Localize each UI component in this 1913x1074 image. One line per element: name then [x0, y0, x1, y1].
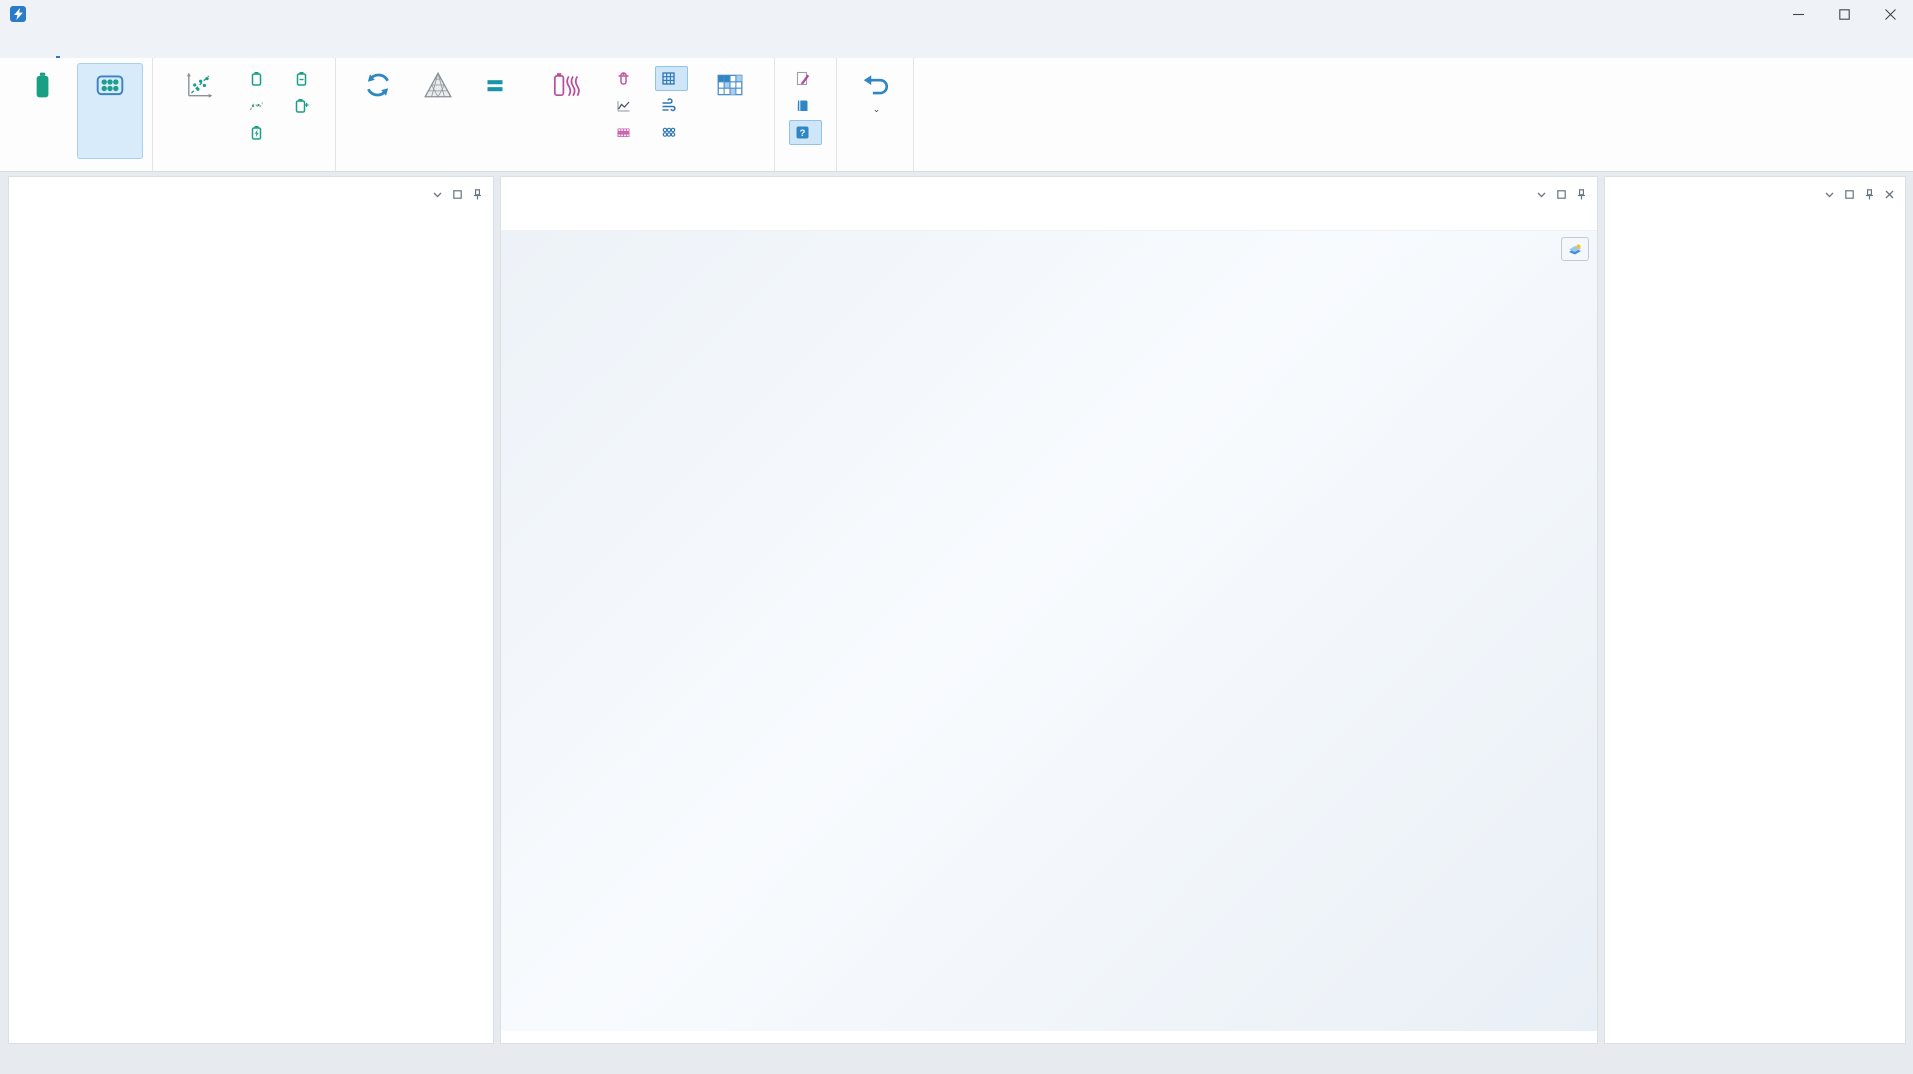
graphics-canvas-3d-view[interactable]	[501, 231, 1597, 1031]
compute-button[interactable]	[465, 63, 525, 159]
cell-state-of-charge-item[interactable]	[243, 120, 276, 145]
graphics-toolbar	[501, 200, 1597, 231]
battery-pack-icon	[95, 70, 125, 100]
battery-pack-nav-button[interactable]	[77, 63, 143, 159]
show-edges-icon	[661, 125, 676, 140]
panel-float-icon[interactable]	[1844, 189, 1855, 200]
compute-parameters-button[interactable]	[162, 63, 236, 159]
panel-menu-chevron-icon[interactable]	[1536, 189, 1547, 200]
graphics-panel	[500, 176, 1598, 1044]
experimental-data-item[interactable]	[243, 93, 276, 118]
show-edges-item[interactable]	[655, 120, 688, 145]
help-illustration	[1618, 212, 1893, 298]
app-icon	[10, 6, 26, 22]
settings-form	[9, 202, 493, 204]
cell-voltage-icon	[294, 71, 309, 86]
reset-icon	[860, 70, 890, 100]
svg-text:?: ?	[800, 128, 806, 139]
maximize-button[interactable]	[1821, 0, 1867, 28]
show-bus-bar-icon	[661, 71, 676, 86]
reset-dropdown-arrow[interactable]: ⌄	[873, 104, 881, 115]
panel-close-icon[interactable]	[1884, 189, 1895, 200]
documentation-icon	[795, 98, 810, 113]
report-icon	[795, 71, 810, 86]
panel-pin-icon[interactable]	[1864, 189, 1875, 200]
main-area	[0, 172, 1913, 1074]
show-air-item[interactable]	[655, 93, 688, 118]
mesh-icon	[423, 70, 453, 100]
graph-icon	[616, 98, 631, 113]
temperature-button[interactable]	[527, 63, 603, 159]
minimize-button[interactable]	[1775, 0, 1821, 28]
cell-state-of-charge-icon	[249, 125, 264, 140]
update-design-button[interactable]	[345, 63, 411, 159]
battery-cell-icon	[27, 70, 57, 100]
help-panel	[1604, 176, 1906, 1044]
experimental-data-icon	[249, 98, 264, 113]
panel-pin-icon[interactable]	[472, 189, 483, 200]
show-bus-bar-toggle[interactable]	[655, 66, 688, 91]
tab-home[interactable]	[44, 45, 72, 58]
compute-icon	[480, 70, 510, 100]
dynamic-help-toggle[interactable]: ?	[789, 120, 822, 145]
help-content	[1605, 212, 1905, 298]
battery-pack-3d-scene	[501, 231, 1597, 1031]
ribbon-group-documentation: ?	[775, 58, 837, 171]
documentation-item[interactable]	[789, 93, 822, 118]
panel-float-icon[interactable]	[452, 189, 463, 200]
cell-voltage-item[interactable]	[288, 66, 321, 91]
view-settings-icon[interactable]	[1561, 237, 1589, 261]
graph-item[interactable]	[610, 93, 643, 118]
slice-item[interactable]	[610, 66, 643, 91]
slice-icon	[616, 71, 631, 86]
update-design-icon	[363, 70, 393, 100]
battery-pack-settings-panel	[8, 176, 494, 1044]
reset-button[interactable]: ⌄	[846, 63, 904, 159]
voltage-losses-icon	[294, 98, 309, 113]
ribbon-group-battery-pack	[336, 58, 775, 171]
animate-icon	[616, 125, 631, 140]
offset-packaging-image	[1758, 212, 1892, 298]
report-item[interactable]	[789, 66, 822, 91]
close-button[interactable]	[1867, 0, 1913, 28]
title-bar	[0, 0, 1913, 28]
tab-file[interactable]	[16, 45, 44, 58]
open-circuit-voltage-icon	[249, 71, 264, 86]
straight-packaging-image	[1618, 212, 1752, 298]
compute-parameters-icon	[184, 70, 214, 100]
numerical-results-icon	[715, 70, 745, 100]
voltage-losses-item[interactable]	[288, 93, 321, 118]
open-circuit-voltage-item[interactable]	[243, 66, 276, 91]
app-window: { "window": {"title": "Li Battery Pack D…	[0, 0, 1913, 1074]
ribbon-group-battery-cell	[153, 58, 336, 171]
ribbon-group-input: ⌄	[837, 58, 914, 171]
panel-pin-icon[interactable]	[1576, 189, 1587, 200]
numerical-results-button[interactable]	[695, 63, 765, 159]
ribbon-group-navigation	[0, 58, 153, 171]
panel-menu-chevron-icon[interactable]	[1824, 189, 1835, 200]
panel-menu-chevron-icon[interactable]	[432, 189, 443, 200]
panel-float-icon[interactable]	[1556, 189, 1567, 200]
animate-item[interactable]	[610, 120, 643, 145]
dynamic-help-icon: ?	[795, 125, 810, 140]
show-air-icon	[661, 98, 676, 113]
temperature-icon	[550, 70, 580, 100]
battery-cell-nav-button[interactable]	[9, 63, 75, 159]
menu-bar	[0, 28, 1913, 58]
mesh-button[interactable]	[413, 63, 463, 159]
ribbon: ? ⌄	[0, 58, 1913, 172]
